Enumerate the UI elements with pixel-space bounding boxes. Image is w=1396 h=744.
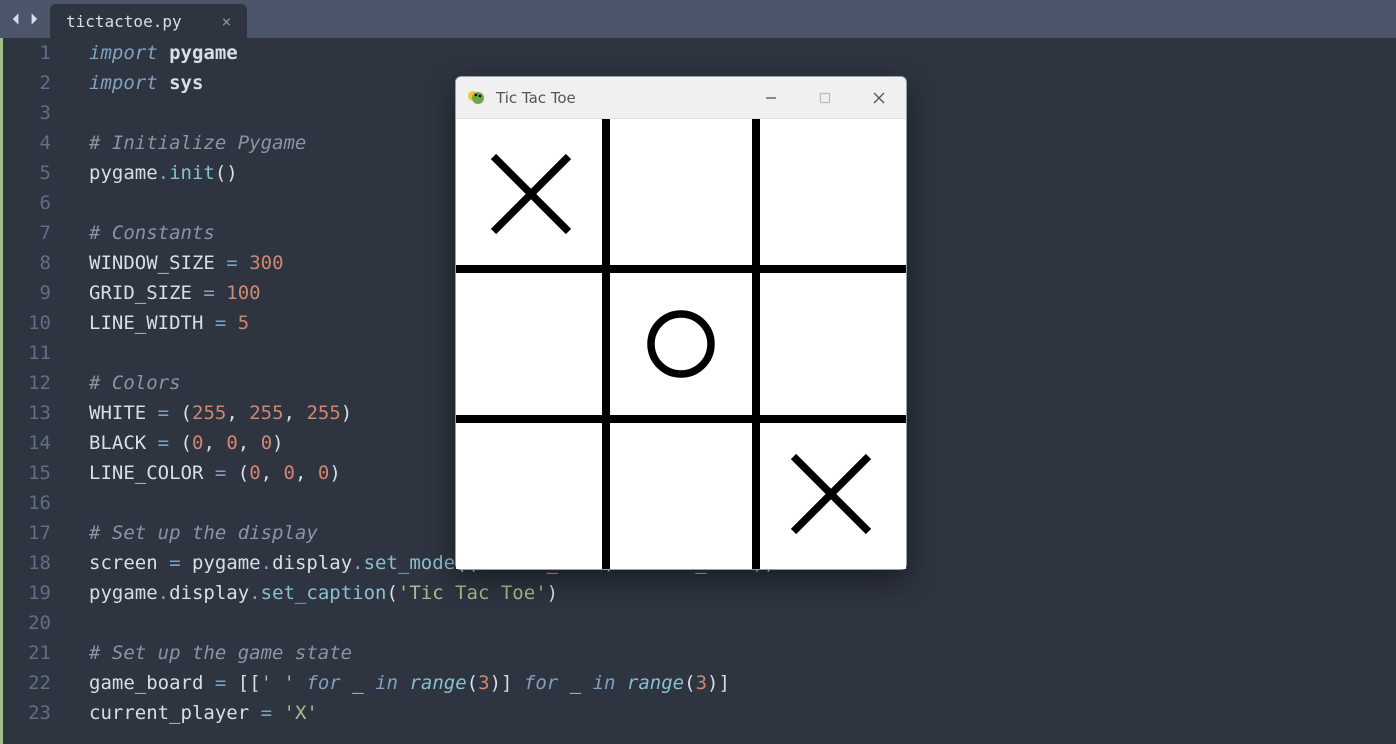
line-number: 12 [3, 368, 51, 398]
board-cell-x[interactable] [456, 119, 606, 269]
line-number: 8 [3, 248, 51, 278]
minimize-icon [765, 92, 777, 104]
line-number: 20 [3, 608, 51, 638]
line-number: 11 [3, 338, 51, 368]
close-icon[interactable]: × [222, 12, 232, 31]
line-number: 13 [3, 398, 51, 428]
game-surface[interactable] [456, 119, 906, 569]
line-number: 17 [3, 518, 51, 548]
line-number: 22 [3, 668, 51, 698]
pygame-window[interactable]: Tic Tac Toe [455, 76, 907, 570]
maximize-icon [819, 92, 831, 104]
close-window-button[interactable] [852, 77, 906, 119]
close-window-icon [873, 92, 885, 104]
line-number: 4 [3, 128, 51, 158]
line-number: 3 [3, 98, 51, 128]
tab-nav-arrows[interactable] [0, 0, 50, 38]
pygame-icon [466, 88, 486, 108]
line-number: 2 [3, 68, 51, 98]
line-number: 15 [3, 458, 51, 488]
line-number: 1 [3, 38, 51, 68]
board-cell-empty[interactable] [606, 119, 756, 269]
pygame-title: Tic Tac Toe [496, 89, 744, 107]
tab-next-icon [26, 12, 40, 26]
window-controls [744, 77, 906, 119]
minimize-button[interactable] [744, 77, 798, 119]
tab-strip: tictactoe.py × [0, 0, 1396, 38]
line-number: 19 [3, 578, 51, 608]
board-cell-x[interactable] [756, 419, 906, 569]
board-cell-empty[interactable] [756, 119, 906, 269]
line-number: 21 [3, 638, 51, 668]
file-tab[interactable]: tictactoe.py × [50, 4, 247, 38]
line-number: 7 [3, 218, 51, 248]
line-number: 9 [3, 278, 51, 308]
file-tab-label: tictactoe.py [66, 12, 182, 31]
maximize-button[interactable] [798, 77, 852, 119]
pygame-titlebar[interactable]: Tic Tac Toe [456, 77, 906, 119]
board-cell-o[interactable] [606, 269, 756, 419]
line-number: 16 [3, 488, 51, 518]
line-number: 14 [3, 428, 51, 458]
line-number: 18 [3, 548, 51, 578]
board-cell-empty[interactable] [606, 419, 756, 569]
board-cell-empty[interactable] [456, 419, 606, 569]
line-number: 23 [3, 698, 51, 728]
line-number: 5 [3, 158, 51, 188]
board-cell-empty[interactable] [456, 269, 606, 419]
line-number-gutter: 1234567891011121314151617181920212223 [3, 38, 65, 744]
board-cell-empty[interactable] [756, 269, 906, 419]
line-number: 10 [3, 308, 51, 338]
tab-prev-icon [10, 12, 24, 26]
line-number: 6 [3, 188, 51, 218]
